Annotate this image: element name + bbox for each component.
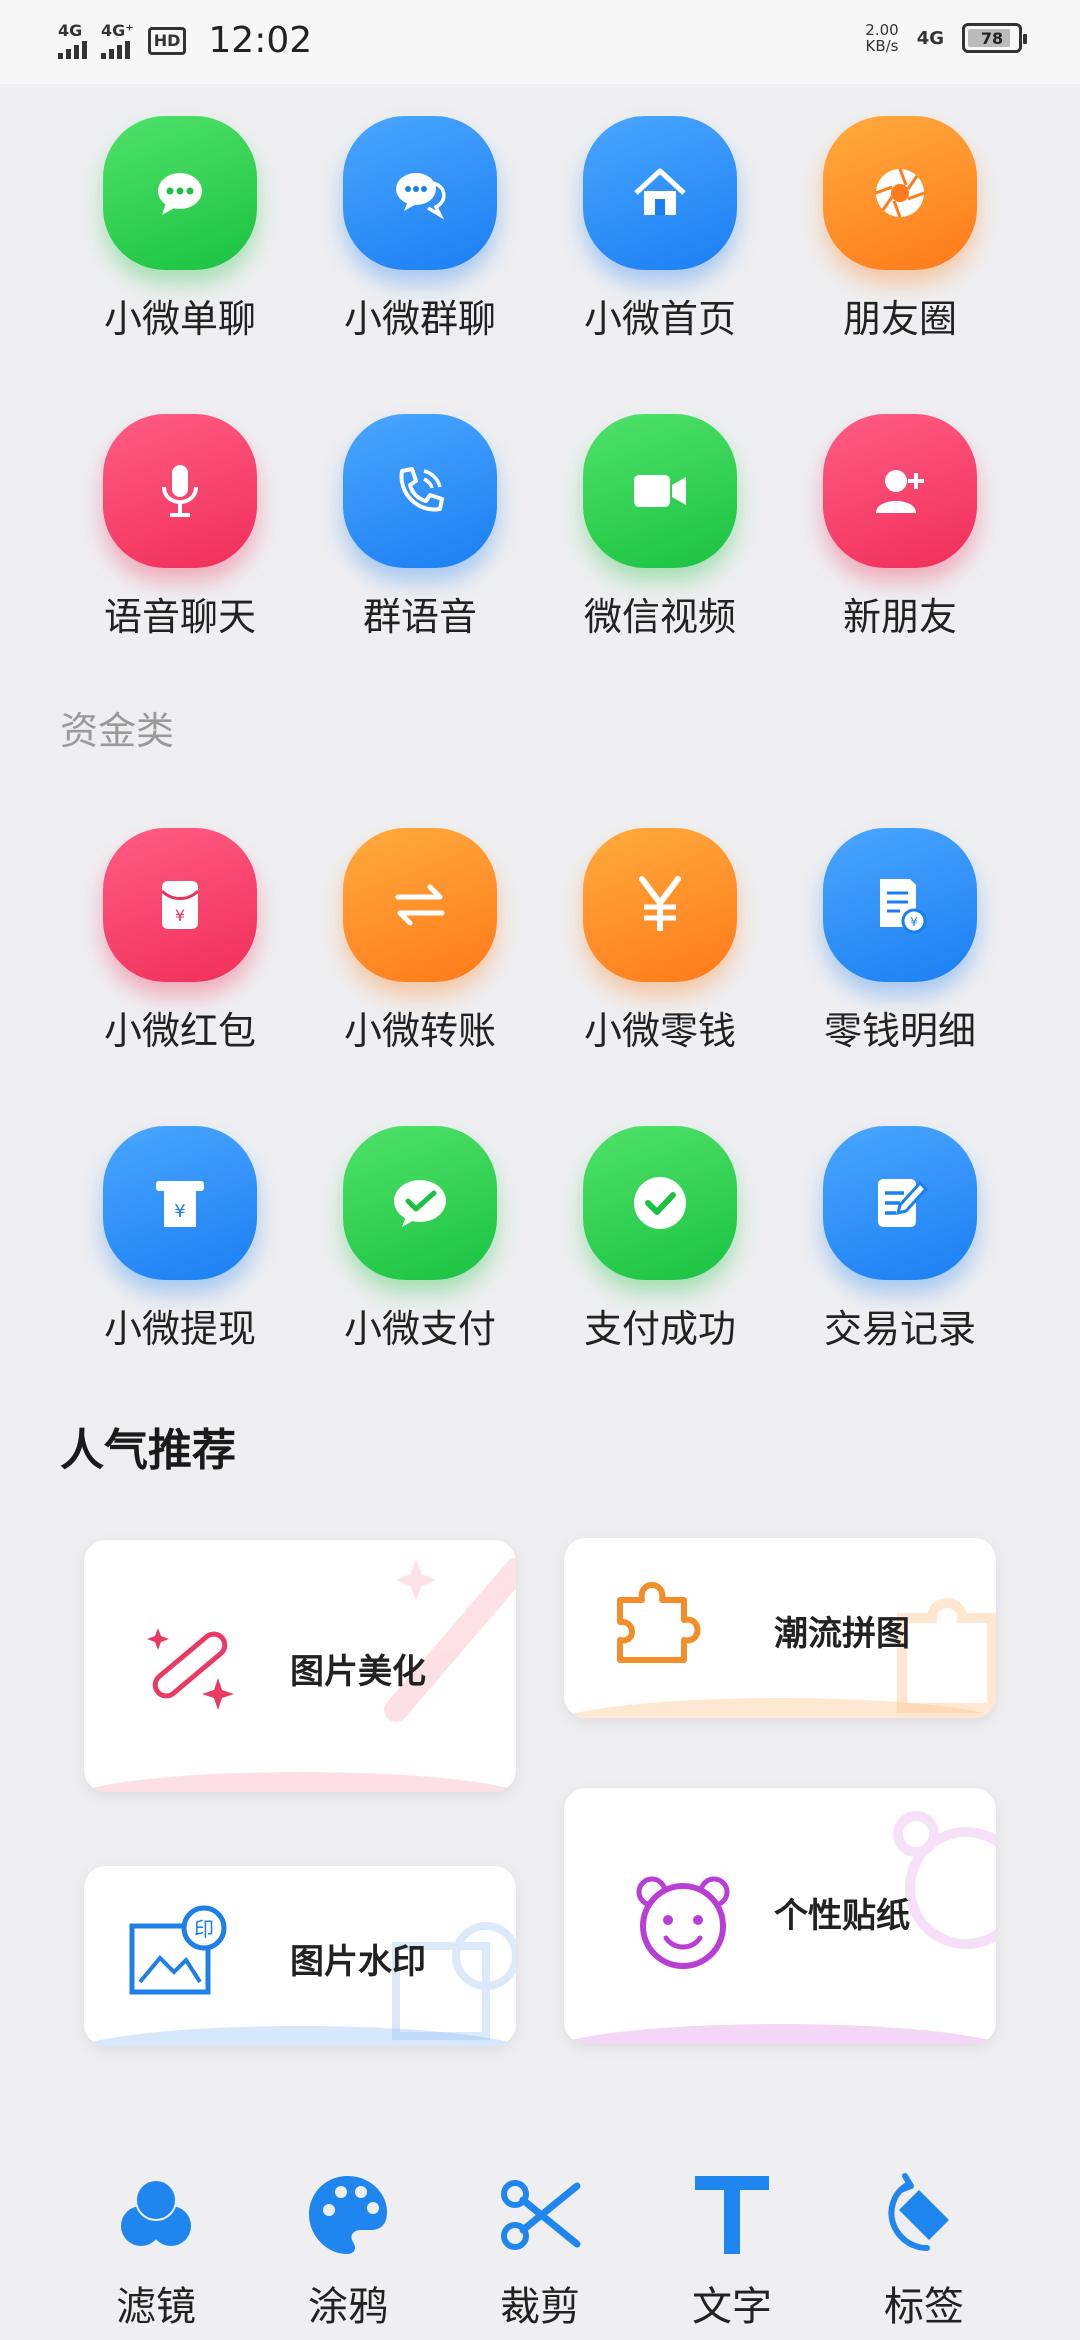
card-trendy-collage[interactable]: 潮流拼图 [564,1538,996,1718]
add-friend-icon [823,414,977,568]
grid-label: 小微转账 [343,1009,496,1053]
grid-item-change-detail[interactable]: ¥ 零钱明细 [780,828,1020,1055]
card-title: 图片美化 [290,1652,426,1692]
filter-circles-icon [121,2179,191,2246]
grid-item-single-chat[interactable]: 小微单聊 [60,116,300,343]
card-custom-stickers[interactable]: 个性贴纸 [564,1788,996,2044]
signal-bars-icon [58,39,87,59]
video-camera-icon [583,414,737,568]
grid-item-group-voice[interactable]: 群语音 [300,414,540,641]
svg-text:¥: ¥ [910,915,918,929]
status-right: 2.00 KB/s 4G 78 [865,22,1027,54]
chat-bubble-icon [103,116,257,270]
battery-level: 78 [980,28,1004,48]
record-edit-icon [823,1126,977,1280]
group-chat-icon [343,116,497,270]
magic-wand-icon [134,1610,244,1720]
card-photo-watermark[interactable]: 印 图片水印 [84,1866,516,2046]
bottom-toolbar: 滤镜 涂鸦 裁剪 文字 标签 [0,2150,1080,2340]
toolbar-text[interactable]: 文字 [652,2170,812,2332]
grid-item-pay-success[interactable]: 支付成功 [540,1126,780,1353]
tag-rotate-icon [888,2173,949,2251]
card-title: 个性贴纸 [774,1896,910,1936]
transfer-arrows-icon [343,828,497,982]
red-packet-icon: ¥ [103,828,257,982]
toolbar-doodle[interactable]: 涂鸦 [268,2170,428,2332]
card-title: 图片水印 [290,1942,426,1982]
grid-label: 支付成功 [583,1307,736,1351]
microphone-icon [103,414,257,568]
grid-label: 小微单聊 [103,297,256,341]
yuan-icon [583,828,737,982]
svg-text:印: 印 [194,1917,214,1941]
grid-item-pay[interactable]: 小微支付 [300,1126,540,1353]
grid-label: 小微支付 [343,1307,496,1351]
grid-label: 微信视频 [583,595,736,639]
toolbar-label: 文字 [692,2284,772,2330]
popular-section-title: 人气推荐 [60,1425,236,1476]
grid-label: 语音聊天 [103,595,256,639]
grid-label: 小微提现 [103,1307,256,1351]
grid-item-change[interactable]: 小微零钱 [540,828,780,1055]
toolbar-label: 裁剪 [500,2284,580,2330]
network-type: 4G [916,27,944,49]
toolbar-label: 涂鸦 [308,2284,388,2330]
grid-label: 小微群聊 [343,297,496,341]
funds-section-label: 资金类 [60,709,175,753]
svg-text:¥: ¥ [174,1201,185,1222]
check-circle-icon [583,1126,737,1280]
grid-label: 朋友圈 [842,297,957,341]
grid-item-moments[interactable]: 朋友圈 [780,116,1020,343]
speed-unit: KB/s [865,37,899,55]
wechat-pay-icon [343,1126,497,1280]
text-t-icon [695,2176,769,2254]
grid-label: 零钱明细 [823,1009,976,1053]
grid-label: 群语音 [362,595,477,639]
grid-label: 小微首页 [583,297,736,341]
toolbar-crop[interactable]: 裁剪 [460,2170,620,2332]
status-left: 4G 4G⁺ HD 12:02 [58,20,312,61]
grid-item-transactions[interactable]: 交易记录 [780,1126,1020,1353]
signal-bars-icon [101,39,130,59]
sim1-signal: 4G [58,20,87,59]
bear-sticker-icon [630,1868,736,1974]
status-bar: 4G 4G⁺ HD 12:02 2.00 KB/s 4G 78 [0,0,1080,84]
sim2-label: 4G⁺ [101,20,134,40]
watermark-icon: 印 [124,1902,234,2002]
battery-icon: 78 [962,23,1027,53]
toolbar-label: 标签 [884,2284,964,2330]
grid-item-red-packet[interactable]: ¥ 小微红包 [60,828,300,1055]
grid-item-group-chat[interactable]: 小微群聊 [300,116,540,343]
toolbar-label: 滤镜 [116,2284,196,2330]
sim1-label: 4G [58,20,83,40]
svg-text:¥: ¥ [175,906,185,925]
grid-item-voice-chat[interactable]: 语音聊天 [60,414,300,641]
hd-voice-icon: HD [147,26,187,55]
home-icon [583,116,737,270]
grid-label: 交易记录 [823,1307,976,1351]
palette-icon [309,2176,387,2254]
grid-item-withdraw[interactable]: ¥ 小微提现 [60,1126,300,1353]
scissors-icon [501,2180,581,2250]
network-speed: 2.00 KB/s [865,22,898,54]
toolbar-filter[interactable]: 滤镜 [76,2170,236,2332]
moments-shutter-icon [823,116,977,270]
grid-label: 小微红包 [103,1009,256,1053]
phone-call-icon [343,414,497,568]
status-time: 12:02 [208,20,313,61]
grid-item-wechat-video[interactable]: 微信视频 [540,414,780,641]
grid-item-transfer[interactable]: 小微转账 [300,828,540,1055]
puzzle-icon [608,1570,708,1670]
grid-item-home[interactable]: 小微首页 [540,116,780,343]
grid-item-new-friend[interactable]: 新朋友 [780,414,1020,641]
withdraw-icon: ¥ [103,1126,257,1280]
grid-label: 小微零钱 [583,1009,736,1053]
grid-label: 新朋友 [842,595,957,639]
card-title: 潮流拼图 [774,1614,910,1654]
sim2-signal: 4G⁺ [101,20,134,59]
card-photo-beautify[interactable]: 图片美化 [84,1540,516,1792]
speed-value: 2.00 [865,21,899,39]
bill-detail-icon: ¥ [823,828,977,982]
toolbar-tag[interactable]: 标签 [844,2170,1004,2332]
